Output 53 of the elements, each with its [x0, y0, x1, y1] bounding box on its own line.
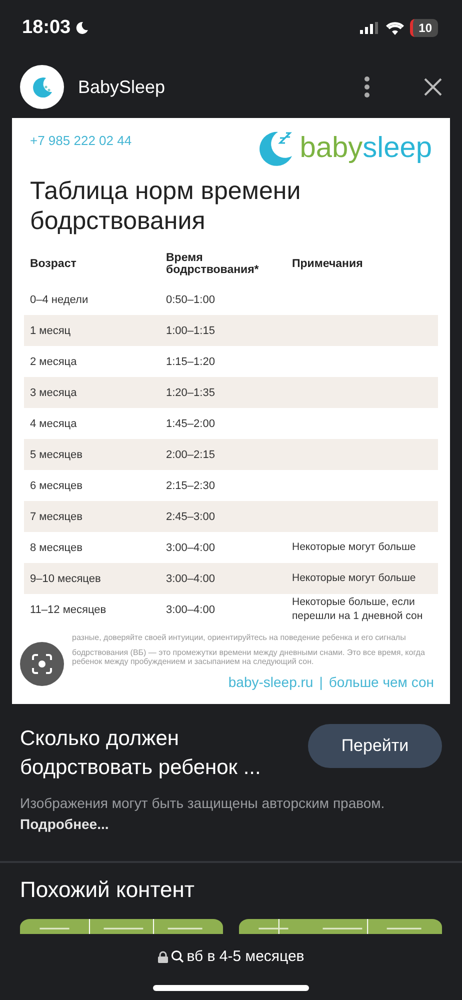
table-cell: 3:00–4:00 [160, 532, 286, 563]
column-header: Возраст [29, 257, 78, 272]
table-cell: 2:00–2:15 [160, 439, 286, 470]
table-cell: 5 месяцев [24, 439, 160, 470]
table-cell: 3:00–4:00 [160, 594, 286, 625]
visit-button[interactable]: Перейти [308, 724, 442, 768]
table-cell: 8 месяцев [24, 532, 160, 563]
table-cell: 1:45–2:00 [160, 408, 286, 439]
footnote: разные, доверяйте своей интуиции, ориентируйтесь на поведение ребенка и его сигналы [72, 633, 407, 642]
close-icon[interactable] [424, 78, 442, 96]
column-header: Примечания [291, 257, 364, 272]
table-cell: 1:00–1:15 [160, 315, 286, 346]
lock-icon [158, 950, 168, 962]
address-text[interactable]: вб в 4-5 месяцев [186, 948, 304, 965]
table-cell: 7 месяцев [24, 501, 160, 532]
clock: 18:03 [22, 17, 89, 39]
table-cell: 9–10 месяцев [24, 563, 160, 594]
table-cell: Некоторые больше, если перешли на 1 дневной сон [286, 594, 438, 625]
table-cell: 4 месяца [24, 408, 160, 439]
site-logo-icon [20, 65, 64, 109]
search-icon [170, 950, 184, 963]
section-title: Похожий контент [19, 876, 196, 903]
moon-icon [74, 21, 89, 35]
table-cell: 1:15–1:20 [160, 346, 286, 377]
table-cell: 1 месяц [24, 315, 160, 346]
table-cell: 2:15–2:30 [160, 470, 286, 501]
lens-button[interactable] [20, 642, 64, 686]
site-name: BabySleep [78, 76, 166, 98]
table-cell: 2 месяца [24, 346, 160, 377]
wifi-icon [386, 22, 404, 34]
table-cell: 3 месяца [24, 377, 160, 408]
table-cell: 0:50–1:00 [160, 284, 286, 315]
logo-text: babysleep [300, 134, 432, 162]
lens-icon[interactable] [31, 653, 53, 675]
signal-icon [360, 22, 380, 34]
column-header: Время бодрствования* [165, 251, 260, 278]
footnote: бодрствования (ВБ) — это промежутки времени между дневными снами. Это все время, когда ребенок между пробуждением и засыпанием на следующий сон. [72, 648, 426, 666]
table-cell: 0–4 недели [24, 284, 160, 315]
table-cell: 1:20–1:35 [160, 377, 286, 408]
slogan: больше чем сон [328, 674, 434, 690]
table-cell: Некоторые могут больше [286, 532, 438, 563]
table-cell: 6 месяцев [24, 470, 160, 501]
phone-number: +7 985 222 02 44 [30, 133, 132, 148]
copyright-notice: Изображения могут быть защищены авторским правом. Подробнее... [19, 794, 386, 834]
result-title: Сколько должен бодрствовать ребенок ... [20, 726, 262, 782]
more-icon[interactable] [364, 76, 370, 98]
battery-indicator: 10 [410, 19, 438, 37]
table-cell: 11–12 месяцев [24, 594, 160, 625]
table-title: Таблица норм времени бодрствования [30, 176, 302, 236]
separator: | [319, 674, 323, 690]
table-cell: 3:00–4:00 [160, 563, 286, 594]
table-cell: Некоторые могут больше [286, 563, 438, 594]
table-cell: 2:45–3:00 [160, 501, 286, 532]
